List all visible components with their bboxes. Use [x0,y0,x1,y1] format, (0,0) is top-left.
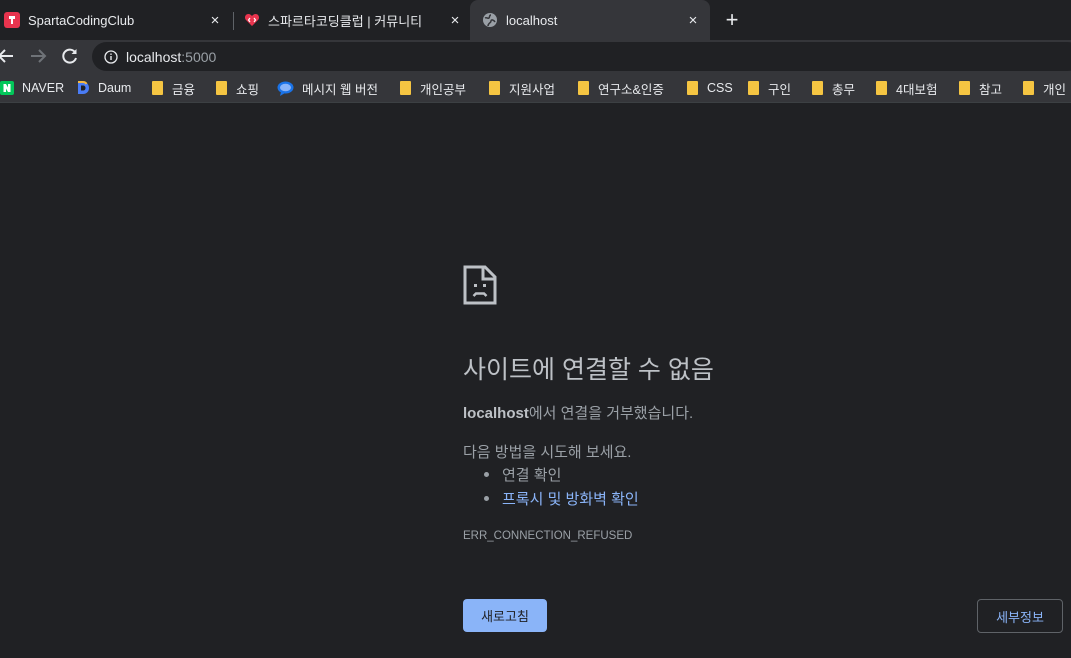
bookmark-folder[interactable]: 총무 [810,79,855,97]
bookmark-folder[interactable]: 참고 [957,79,1002,97]
address-bar[interactable]: localhost:5000 [92,42,1071,71]
heart-code-favicon-icon [244,12,260,28]
suggestion-item: 연결 확인 [484,464,561,485]
bookmark-label: 개인 [1043,82,1067,97]
bookmark-label: Daum [98,81,132,95]
bookmark-folder[interactable]: 개인 [1021,79,1066,97]
folder-icon [1021,80,1035,96]
bullet-icon [484,472,489,477]
tab-spartacodingclub[interactable]: SpartaCodingClub × [0,0,228,40]
tab-localhost[interactable]: localhost × [470,0,710,40]
folder-icon [150,80,164,96]
try-text: 다음 방법을 시도해 보세요. [463,444,632,461]
bookmark-label: 참고 [979,82,1003,97]
bookmark-label: 총무 [832,82,856,97]
error-code: ERR_CONNECTION_REFUSED [463,530,633,542]
tab-strip: SpartaCodingClub × 스파르타코딩클럽 | 커뮤니티 × loc… [0,0,1071,40]
error-description: localhost에서 연결을 거부했습니다. [463,402,693,423]
new-tab-icon[interactable]: + [722,7,742,32]
url-port: :5000 [181,48,217,65]
folder-icon [398,80,412,96]
tab-title: localhost [506,12,558,28]
tab-close-icon[interactable]: × [684,11,702,29]
tab-divider [233,12,234,30]
tab-close-icon[interactable]: × [446,11,464,29]
bookmark-folder[interactable]: 지원사업 [487,79,555,97]
bullet-icon [484,496,489,501]
back-arrow-icon[interactable] [0,44,18,68]
bookmark-label: 지원사업 [509,82,556,97]
folder-icon [576,80,590,96]
sparta-favicon-icon [4,12,20,28]
info-icon[interactable] [104,49,118,64]
bookmark-label: 쇼핑 [236,82,260,97]
bookmark-naver[interactable]: NAVER [0,79,64,97]
bookmark-folder[interactable]: 금융 [150,79,195,97]
messages-icon [277,80,294,96]
bookmark-label: 구인 [768,82,792,97]
globe-favicon-icon [482,12,498,28]
tab-sparta-community[interactable]: 스파르타코딩클럽 | 커뮤니티 × [238,0,468,40]
reload-button[interactable]: 새로고침 [463,599,547,632]
bookmark-folder[interactable]: 구인 [746,79,791,97]
tab-title: SpartaCodingClub [28,12,135,28]
suggestion-item: 프록시 및 방화벽 확인 [484,488,639,509]
bookmark-daum[interactable]: Daum [76,79,131,97]
bookmarks-bar: NAVER Daum 금융 쇼핑 메시지 웹 버전 개인공부 지원사업 연구소&… [0,73,1071,103]
bookmark-folder[interactable]: 쇼핑 [214,79,259,97]
forward-arrow-icon[interactable] [26,44,50,68]
bookmark-label: 연구소&인증 [598,82,664,97]
tab-close-icon[interactable]: × [206,11,224,29]
bookmark-folder[interactable]: CSS [685,79,733,97]
folder-icon [810,80,824,96]
folder-icon [214,80,228,96]
error-host: localhost [463,405,529,422]
bookmark-label: CSS [707,81,733,95]
bookmark-folder[interactable]: 연구소&인증 [576,79,664,97]
bookmark-label: 4대보험 [896,82,938,97]
folder-icon [874,80,888,96]
error-desc-text: 에서 연결을 거부했습니다. [528,405,694,422]
tab-title: 스파르타코딩클럽 | 커뮤니티 [268,13,423,29]
reload-icon[interactable] [58,44,82,68]
bookmark-label: NAVER [22,81,65,95]
url-host: localhost [126,48,182,65]
folder-icon [487,80,501,96]
sad-page-icon [462,264,498,306]
suggestion-check-connection: 연결 확인 [502,467,562,484]
toolbar: localhost:5000 [0,40,1071,73]
folder-icon [957,80,971,96]
daum-icon [76,80,90,96]
bookmark-folder[interactable]: 4대보험 [874,79,937,97]
bookmark-label: 메시지 웹 버전 [302,82,378,97]
bookmark-label: 개인공부 [420,82,467,97]
folder-icon [685,80,699,96]
bookmark-label: 금융 [172,82,196,97]
bookmark-folder[interactable]: 개인공부 [398,79,466,97]
details-button[interactable]: 세부정보 [977,599,1063,633]
error-title: 사이트에 연결할 수 없음 [463,356,714,384]
bookmark-messages[interactable]: 메시지 웹 버전 [277,79,378,97]
suggestion-proxy-firewall-link[interactable]: 프록시 및 방화벽 확인 [502,488,639,509]
naver-icon [0,80,14,96]
folder-icon [746,80,760,96]
